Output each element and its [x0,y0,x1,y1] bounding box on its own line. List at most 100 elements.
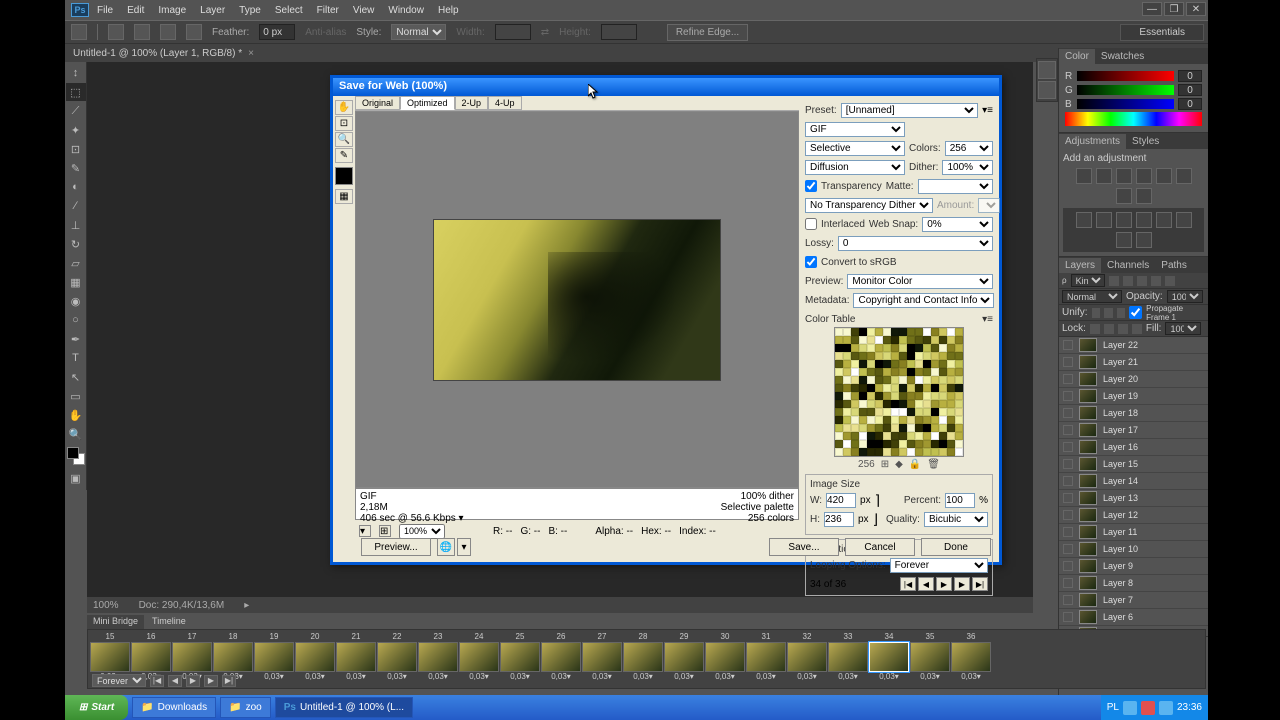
layer-thumbnail[interactable] [1079,372,1097,386]
task-zoo[interactable]: 📁zoo [220,697,271,718]
feather-input[interactable] [259,24,295,40]
tab-swatches[interactable]: Swatches [1095,49,1150,64]
ct-icon[interactable]: ◆ [895,459,903,470]
layer-thumbnail[interactable] [1079,389,1097,403]
frame-thumbnail[interactable] [541,642,581,672]
last-frame-button[interactable]: ▶| [222,675,236,687]
first-frame-button[interactable]: |◀ [900,577,916,591]
tool-preset-icon[interactable] [71,24,87,40]
layer-row[interactable]: Layer 17 [1059,422,1208,439]
save-button[interactable]: Save... [769,538,839,556]
visibility-icon[interactable] [1063,340,1073,350]
maximize-button[interactable]: ❐ [1164,2,1184,16]
status-arrow-icon[interactable]: ▸ [244,600,249,611]
adjustment-icon[interactable] [1176,168,1192,184]
layer-row[interactable]: Layer 21 [1059,354,1208,371]
visibility-icon[interactable] [1063,493,1073,503]
zoom-select[interactable]: 100% [399,524,445,539]
adjustment-preset-icon[interactable] [1096,212,1112,228]
layer-row[interactable]: Layer 6 [1059,609,1208,626]
layer-thumbnail[interactable] [1079,440,1097,454]
frame-thumbnail[interactable] [664,642,704,672]
menu-filter[interactable]: Filter [317,5,339,16]
adjustment-icon[interactable] [1136,168,1152,184]
ct-icon[interactable]: 🔒 [909,459,921,470]
lock-icon[interactable] [1118,324,1128,334]
layer-thumbnail[interactable] [1079,355,1097,369]
dither-pct-select[interactable]: 100% [942,160,993,175]
frame-thumbnail[interactable] [459,642,499,672]
tab-styles[interactable]: Styles [1126,134,1165,149]
frame[interactable]: 250,03▾ [500,632,540,681]
play-button[interactable]: ▶ [936,577,952,591]
frame-delay[interactable]: 0,03▾ [869,672,909,681]
dock-icon[interactable] [1038,81,1056,99]
visibility-icon[interactable] [1063,544,1073,554]
layer-thumbnail[interactable] [1079,508,1097,522]
browser-dropdown-icon[interactable]: ▾ [457,538,471,556]
visibility-icon[interactable] [1063,408,1073,418]
r-value[interactable]: 0 [1178,70,1202,82]
frame-thumbnail[interactable] [336,642,376,672]
visibility-icon[interactable] [1063,391,1073,401]
frame[interactable]: 280,03▾ [623,632,663,681]
prev-frame-button[interactable]: ◀ [168,675,182,687]
gradient-tool[interactable]: ▦ [66,273,86,291]
interlaced-checkbox[interactable] [805,218,817,230]
tray-icon[interactable] [1159,701,1173,715]
frame[interactable]: 220,03▾ [377,632,417,681]
visibility-icon[interactable] [1063,612,1073,622]
frame-delay[interactable]: 0,03▾ [910,672,950,681]
frame-delay[interactable]: 0,03▾ [336,672,376,681]
filter-icon[interactable] [1165,276,1175,286]
frame[interactable]: 230,03▾ [418,632,458,681]
ct-icon[interactable]: ⊞ [881,459,889,470]
preview-select[interactable]: Monitor Color [847,274,993,289]
tab-minibridge[interactable]: Mini Bridge [87,615,144,629]
layer-kind-filter[interactable]: Kind [1071,274,1105,287]
frame-delay[interactable]: 0,03▾ [951,672,991,681]
zoom-value[interactable]: 100% [93,600,119,611]
task-photoshop[interactable]: PsUntitled-1 @ 100% (L... [275,697,413,718]
opt-icon[interactable] [108,24,124,40]
visibility-icon[interactable] [1063,578,1073,588]
filter-icon[interactable] [1109,276,1119,286]
eraser-tool[interactable]: ▱ [66,254,86,272]
frame-delay[interactable]: 0,03▾ [541,672,581,681]
frame-delay[interactable]: 0,03▾ [254,672,294,681]
frame-delay[interactable]: 0,03▾ [377,672,417,681]
fill-select[interactable]: 100% [1165,322,1201,335]
b-value[interactable]: 0 [1178,98,1202,110]
menu-help[interactable]: Help [438,5,459,16]
width-input[interactable] [826,493,856,508]
layer-row[interactable]: Layer 9 [1059,558,1208,575]
dock-icon[interactable] [1038,61,1056,79]
frame[interactable]: 190,03▾ [254,632,294,681]
frame-thumbnail[interactable] [910,642,950,672]
move-tool[interactable]: ↕ [66,64,86,82]
adjustment-icon[interactable] [1136,188,1152,204]
format-select[interactable]: GIF [805,122,905,137]
tab-layers[interactable]: Layers [1059,258,1101,273]
adjustment-icon[interactable] [1116,188,1132,204]
height-input[interactable] [824,512,854,527]
frame[interactable]: 330,03▾ [828,632,868,681]
layer-row[interactable]: Layer 15 [1059,456,1208,473]
b-slider[interactable] [1077,99,1174,109]
eyedropper-tool-icon[interactable]: ✎ [335,148,353,163]
tab-color[interactable]: Color [1059,49,1095,64]
crop-tool[interactable]: ⊡ [66,140,86,158]
metadata-select[interactable]: Copyright and Contact Info [853,293,994,308]
frame-delay[interactable]: 0,03▾ [746,672,786,681]
menu-file[interactable]: File [97,5,113,16]
visibility-icon[interactable] [1063,527,1073,537]
layer-thumbnail[interactable] [1079,457,1097,471]
task-downloads[interactable]: 📁Downloads [132,697,216,718]
frame[interactable]: 310,03▾ [746,632,786,681]
frame-delay[interactable]: 0,03▾ [582,672,622,681]
adjustment-icon[interactable] [1156,168,1172,184]
frame[interactable]: 360,03▾ [951,632,991,681]
trans-dither-select[interactable]: No Transparency Dither [805,198,933,213]
lang-indicator[interactable]: PL [1107,702,1119,713]
filter-icon[interactable] [1137,276,1147,286]
